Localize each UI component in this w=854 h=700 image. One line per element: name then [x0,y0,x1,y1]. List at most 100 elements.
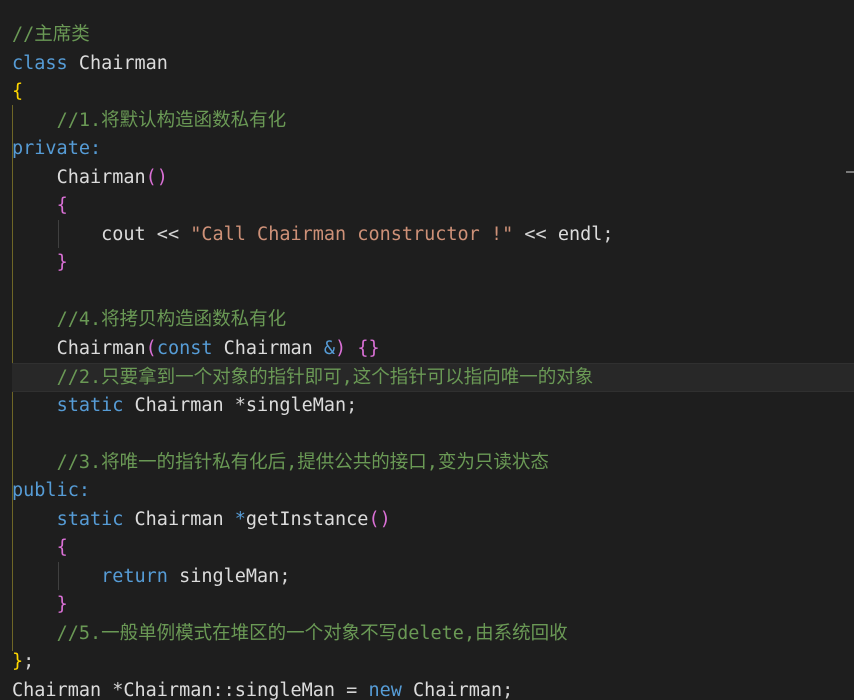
code-line[interactable]: } [12,249,854,278]
code-token: } [56,594,68,615]
code-token: class [12,52,68,74]
code-token: const [156,337,213,359]
code-token: Chairman [134,394,224,416]
code-token: {} [357,337,380,359]
code-token: ; [23,651,35,672]
code-token: ) [335,337,347,359]
code-token: endl [557,223,603,245]
code-token: () [145,166,168,188]
code-line[interactable]: } [12,591,854,620]
code-line[interactable]: cout << "Call Chairman constructor !" <<… [12,221,854,250]
code-token: Chairman [56,166,146,188]
code-line[interactable]: Chairman() [12,164,854,193]
code-token: << [145,223,191,245]
code-token: ; [502,679,514,700]
code-token: () [368,508,391,530]
code-line[interactable]: class Chairman [12,50,854,79]
code-token: Chairman [56,337,146,359]
code-line[interactable]: }; [12,648,854,677]
code-line[interactable]: return singleMan; [12,563,854,592]
code-token: ; [602,223,614,245]
code-token: } [12,651,24,672]
code-line[interactable]: //3.将唯一的指针私有化后,提供公共的接口,变为只读状态 [12,449,854,478]
code-token: & [323,337,336,359]
code-line[interactable]: Chairman(const Chairman &) {} [12,335,854,364]
code-token: //2.只要拿到一个对象的指针即可,这个指针可以指向唯一的对象 [56,367,594,388]
code-line[interactable] [12,420,854,449]
code-line[interactable]: static Chairman *singleMan; [12,392,854,421]
code-token: cout [101,223,146,245]
code-line[interactable]: private: [12,135,854,164]
code-token: //4.将拷贝构造函数私有化 [56,309,287,330]
code-token: { [12,81,24,102]
code-token: = [335,679,369,700]
code-line[interactable]: //主席类 [12,21,854,50]
code-line[interactable]: { [12,78,854,107]
code-line[interactable]: static Chairman *getInstance() [12,506,854,535]
code-token: Chairman [134,508,224,530]
code-line[interactable] [12,278,854,307]
code-line[interactable]: //4.将拷贝构造函数私有化 [12,306,854,335]
code-token: singleMan [234,679,336,700]
code-token: private: [12,138,102,159]
code-line[interactable]: //5.一般单例模式在堆区的一个对象不写delete,由系统回收 [12,620,854,649]
code-token: { [56,195,68,216]
code-token: Chairman [78,52,168,74]
code-token: Chairman [12,679,102,700]
code-token: public: [12,480,90,501]
code-token: singleMan [245,394,347,416]
code-token: static [56,508,124,530]
code-token: return [101,565,168,587]
code-token: * [112,679,124,700]
code-token: { [56,537,68,558]
code-token: * [234,394,246,416]
code-line[interactable]: Chairman *Chairman::singleMan = new Chai… [12,677,854,700]
code-line[interactable]: public: [12,477,854,506]
code-line[interactable]: //2.只要拿到一个对象的指针即可,这个指针可以指向唯一的对象 [12,363,854,392]
code-token: "Call Chairman constructor !" [190,223,514,245]
code-token: Chairman [123,679,213,700]
code-line[interactable]: { [12,192,854,221]
code-line[interactable]: //1.将默认构造函数私有化 [12,107,854,136]
code-token: static [56,394,124,416]
code-token: Chairman [413,679,503,700]
code-token: getInstance [245,508,369,530]
code-token: singleMan [179,565,280,587]
code-token: :: [212,679,235,700]
code-token: //5.一般单例模式在堆区的一个对象不写delete,由系统回收 [56,622,568,644]
code-line[interactable]: { [12,534,854,563]
code-token: ; [346,394,358,416]
code-token: ; [279,565,291,587]
code-token: << [513,223,558,245]
code-token: //主席类 [12,24,90,45]
code-token: Chairman [223,337,313,359]
code-token: new [368,679,402,700]
code-editor[interactable]: //主席类 class Chairman{ //1.将默认构造函数私有化 priva… [0,0,854,700]
code-token: //1.将默认构造函数私有化 [56,109,287,131]
code-token: ( [145,337,157,359]
